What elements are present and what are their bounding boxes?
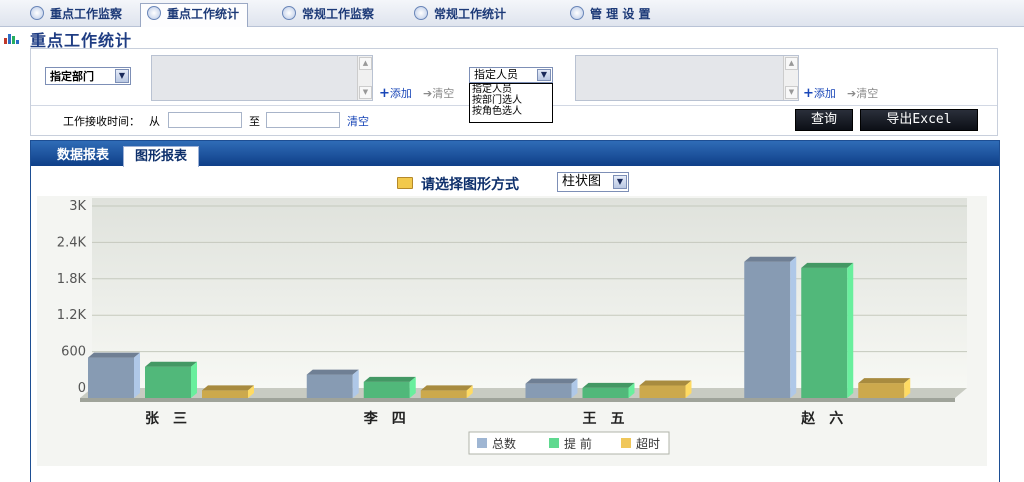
chevron-down-icon: ▼: [537, 69, 551, 81]
report-panel-header: 数据报表 图形报表: [31, 141, 999, 167]
scrollbar[interactable]: ▲ ▼: [783, 56, 798, 100]
globe-icon: [30, 6, 44, 20]
tab-key-work-monitor[interactable]: 重点工作监察: [30, 4, 122, 24]
bar: [306, 374, 353, 398]
option-by-role[interactable]: 按角色选人: [472, 106, 552, 117]
top-nav: 重点工作监察 重点工作统计 常规工作监察 常规工作统计 管 理 设 置: [0, 0, 1024, 27]
arrow-right-icon: ➔: [847, 87, 857, 100]
folder-icon: [397, 177, 413, 189]
bar-top: [801, 262, 854, 268]
clear-department-link[interactable]: ➔清空: [423, 85, 454, 101]
y-tick-label: 1.8K: [57, 272, 87, 287]
page-header: 重点工作统计: [0, 27, 1024, 50]
bar: [88, 357, 134, 398]
to-label: 至: [249, 115, 260, 128]
y-tick-label: 0: [78, 381, 86, 396]
bar: [145, 366, 191, 398]
tab-routine-work-stats[interactable]: 常规工作统计: [414, 4, 506, 24]
from-label: 从: [149, 115, 160, 128]
report-panel: 数据报表 图形报表 请选择图形方式 柱状图 ▼ 0 600 1.2K 1.8K 2.4K…: [30, 140, 1000, 482]
bar-top: [639, 380, 692, 386]
bar: [801, 267, 848, 398]
x-tick-label: 张 三: [145, 411, 187, 427]
tab-admin-settings[interactable]: 管 理 设 置: [570, 4, 651, 24]
scrollbar[interactable]: ▲ ▼: [357, 56, 372, 100]
bar-side: [134, 352, 140, 398]
export-excel-button[interactable]: 导出Excel: [860, 109, 978, 131]
bar-top: [145, 361, 197, 367]
tab-data-report[interactable]: 数据报表: [47, 146, 119, 166]
clear-date-link[interactable]: 清空: [347, 113, 369, 129]
legend-label: 总数: [492, 436, 516, 451]
bar-top: [582, 382, 635, 388]
person-select-options: 指定人员 按部门选人 按角色选人: [469, 83, 553, 123]
filter-panel: 指定部门 ▼ ▲ ▼ +添加 ➔清空 指定人员 ▼ ▲ ▼ +添加 ➔清空 指定人员…: [30, 48, 998, 136]
receive-time-label: 工作接收时间：: [63, 115, 140, 128]
person-select[interactable]: 指定人员 ▼: [469, 67, 553, 83]
globe-icon: [147, 6, 161, 20]
chevron-down-icon: ▼: [613, 175, 627, 189]
tab-graph-report[interactable]: 图形报表: [123, 146, 199, 167]
x-tick-label: 赵 六: [800, 410, 843, 427]
legend-label: 超时: [636, 436, 660, 451]
x-tick-label: 李 四: [363, 410, 406, 427]
y-tick-label: 600: [61, 345, 86, 360]
chart-area: 0 600 1.2K 1.8K 2.4K 3K 张 三 李 四 王 五 赵 六总数 提 前 超时: [37, 196, 987, 466]
legend-swatch: [549, 438, 559, 448]
bar: [420, 390, 467, 398]
selected-people-box[interactable]: ▲ ▼: [575, 55, 799, 101]
bar-top: [525, 378, 578, 384]
start-date-input[interactable]: [168, 112, 242, 128]
chevron-down-icon: ▼: [115, 69, 129, 83]
plus-icon: +: [803, 86, 814, 101]
bar-top: [306, 369, 359, 375]
bar: [363, 381, 410, 398]
globe-icon: [282, 6, 296, 20]
legend-swatch: [621, 438, 631, 448]
selected-departments-box[interactable]: ▲ ▼: [151, 55, 373, 101]
bar-top: [858, 378, 911, 384]
bar-side: [790, 256, 797, 398]
add-person-link[interactable]: +添加: [803, 85, 836, 101]
tab-routine-work-monitor[interactable]: 常规工作监察: [282, 4, 374, 24]
globe-icon: [570, 6, 584, 20]
bar: [202, 390, 248, 398]
option-by-department[interactable]: 按部门选人: [472, 95, 552, 106]
bar-top: [363, 376, 416, 382]
bar: [858, 383, 905, 398]
y-tick-label: 2.4K: [57, 235, 87, 250]
add-department-link[interactable]: +添加: [379, 85, 412, 101]
bar-side: [352, 369, 359, 398]
plot-floor-edge: [80, 398, 955, 402]
globe-icon: [414, 6, 428, 20]
x-tick-label: 王 五: [583, 411, 625, 427]
bar-chart: 0 600 1.2K 1.8K 2.4K 3K 张 三 李 四 王 五 赵 六总数 提 前 超时: [57, 198, 967, 455]
bar: [582, 387, 629, 398]
option-specified-person[interactable]: 指定人员: [472, 84, 552, 95]
bar-chart-icon: [4, 32, 20, 44]
end-date-input[interactable]: [266, 112, 340, 128]
y-tick-label: 3K: [69, 199, 86, 214]
bar-side: [191, 361, 197, 398]
legend-label: 提 前: [564, 436, 592, 451]
bar: [639, 385, 686, 398]
legend-swatch: [477, 438, 487, 448]
bar-top: [744, 256, 797, 262]
bar-top: [420, 385, 473, 391]
bar-side: [847, 262, 854, 398]
bar-top: [88, 352, 140, 358]
clear-person-link[interactable]: ➔清空: [847, 85, 878, 101]
department-select[interactable]: 指定部门 ▼: [45, 67, 131, 85]
bar: [744, 261, 791, 398]
arrow-right-icon: ➔: [423, 87, 433, 100]
chart-type-select[interactable]: 柱状图 ▼: [557, 172, 629, 192]
chart-type-label: 请选择图形方式: [421, 177, 519, 193]
plus-icon: +: [379, 86, 390, 101]
bar-top: [202, 385, 254, 391]
y-tick-label: 1.2K: [57, 308, 87, 323]
query-button[interactable]: 查询: [795, 109, 853, 131]
bar: [525, 383, 572, 398]
tab-key-work-stats[interactable]: 重点工作统计: [140, 3, 249, 27]
